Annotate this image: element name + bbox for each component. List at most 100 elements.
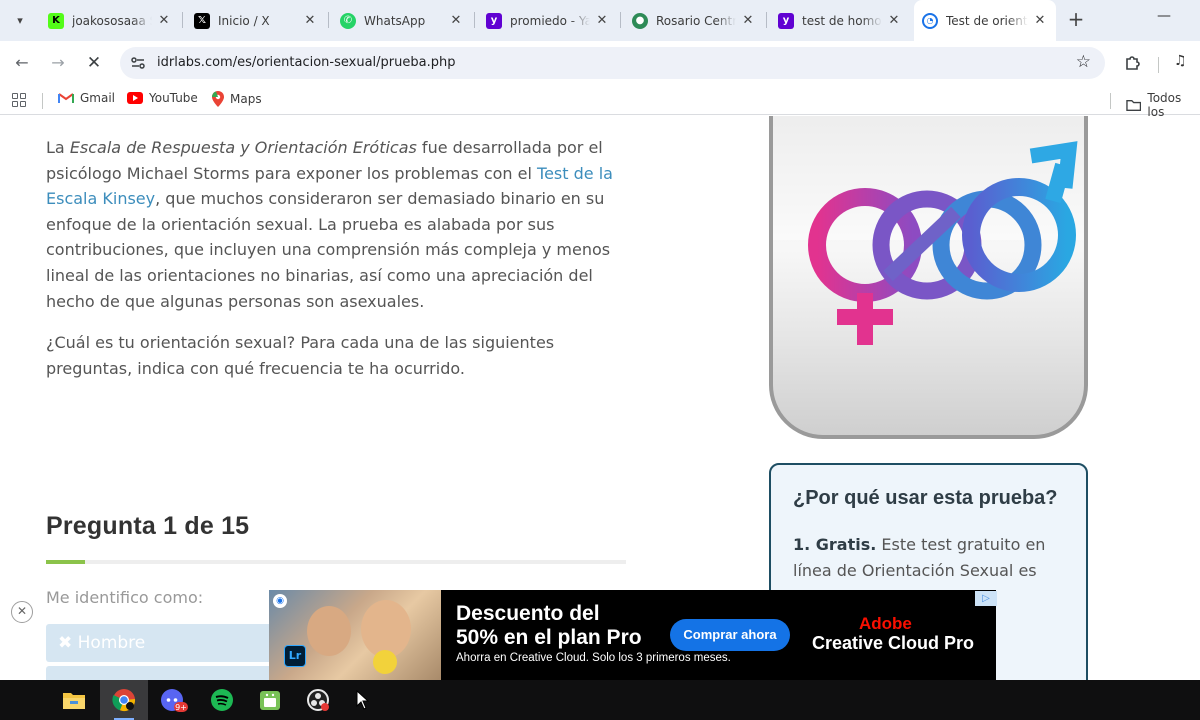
taskbar-android[interactable]	[246, 680, 294, 720]
kick-icon: K	[48, 12, 64, 29]
tab-test-homo[interactable]: y test de homo ✕	[770, 6, 910, 35]
chrome-icon	[112, 689, 136, 712]
close-tab-icon[interactable]: ✕	[1032, 13, 1048, 28]
close-tab-icon[interactable]: ✕	[156, 13, 172, 28]
tab-search-button[interactable]: ▾	[8, 8, 32, 32]
close-tab-icon[interactable]: ✕	[740, 13, 756, 28]
tab-x[interactable]: 𝕏 Inicio / X ✕	[186, 6, 326, 35]
question-progress-fill	[46, 560, 85, 564]
soccer-ball-icon: ●	[632, 12, 648, 29]
obs-icon	[307, 689, 329, 711]
ad-headline-line1: Descuento del	[456, 602, 600, 625]
bookmark-label: YouTube	[149, 91, 198, 105]
tab-kick[interactable]: K joakososaaa S ✕	[40, 6, 180, 35]
ad-headline: Descuento del 50% en el plan Pro	[456, 602, 642, 650]
ad-subtext: Ahorra en Creative Cloud. Solo los 3 pri…	[456, 652, 731, 664]
tab-title: WhatsApp	[364, 13, 426, 28]
why-use-item: 1. Gratis. Este test gratuito en línea d…	[793, 532, 1064, 584]
tab-divider	[474, 12, 475, 28]
question-counter: Pregunta 1 de 15	[46, 512, 250, 540]
taskbar-obs[interactable]	[294, 680, 342, 720]
why-item-number: 1. Gratis.	[793, 535, 877, 554]
apps-grid-icon[interactable]	[12, 93, 26, 107]
android-icon	[260, 691, 280, 710]
ad-headline-line2: 50% en el plan Pro	[456, 626, 642, 649]
toolbar-divider	[1158, 57, 1159, 73]
media-control-icon[interactable]: ♫	[1174, 53, 1187, 69]
close-tab-icon[interactable]: ✕	[594, 13, 610, 28]
ad-photo-person	[307, 606, 351, 656]
question-prompt: Me identifico como:	[46, 588, 204, 607]
loading-icon: ◔	[922, 12, 938, 29]
question-progress-bar	[46, 560, 626, 564]
folder-icon	[1126, 99, 1142, 111]
tab-title: test de homo	[802, 13, 882, 28]
forward-button[interactable]: →	[46, 51, 70, 75]
adobe-ad-banner[interactable]: ◉ Lr Descuento del 50% en el plan Pro Aho…	[269, 590, 996, 680]
adobe-logo-text: Adobe	[859, 614, 912, 633]
ad-cta-button[interactable]: Comprar ahora	[670, 619, 790, 651]
tab-whatsapp[interactable]: ✆ WhatsApp ✕	[332, 6, 472, 35]
lightroom-icon: Lr	[284, 645, 306, 667]
discord-icon: 9+	[161, 689, 188, 712]
bookmarks-divider	[42, 93, 43, 109]
yahoo-icon: y	[486, 12, 502, 29]
ad-choices-icon[interactable]: ◉	[273, 594, 287, 608]
browser-toolbar: ← → ✕ idrlabs.com/es/orientacion-sexual/…	[0, 41, 1200, 85]
close-ad-button[interactable]: ✕	[11, 601, 33, 623]
bookmark-maps[interactable]: Maps	[212, 91, 262, 107]
tab-divider	[766, 12, 767, 28]
tab-title: Inicio / X	[218, 13, 270, 28]
site-settings-icon[interactable]	[130, 55, 146, 71]
tab-promiedo[interactable]: y promiedo - Ya ✕	[478, 6, 618, 35]
new-tab-button[interactable]: +	[1064, 8, 1088, 32]
all-bookmarks-button[interactable]: Todos los	[1126, 91, 1200, 119]
file-explorer-icon	[63, 693, 85, 709]
taskbar: 9+	[0, 680, 1200, 720]
taskbar-discord[interactable]: 9+	[150, 680, 198, 720]
maps-icon	[212, 91, 224, 107]
tab-strip: ▾ K joakososaaa S ✕ 𝕏 Inicio / X ✕ ✆ Wha…	[0, 0, 1200, 41]
ad-photo: ◉ Lr	[269, 590, 441, 680]
taskbar-spotify[interactable]	[198, 680, 246, 720]
mouse-cursor-icon	[356, 690, 370, 710]
extensions-icon[interactable]	[1122, 51, 1144, 73]
gmail-icon	[58, 93, 74, 103]
tab-title: promiedo - Ya	[510, 13, 590, 28]
close-tab-icon[interactable]: ✕	[448, 13, 464, 28]
bookmark-label: Maps	[230, 92, 262, 106]
x-icon: 𝕏	[194, 12, 210, 29]
bookmark-youtube[interactable]: YouTube	[127, 91, 198, 105]
taskbar-chrome[interactable]	[100, 680, 148, 720]
tab-divider	[182, 12, 183, 28]
tab-title: Rosario Centr	[656, 13, 736, 28]
gender-infinity-logo-icon	[808, 141, 1078, 345]
discord-badge: 9+	[175, 703, 187, 712]
bookmarks-divider	[1110, 93, 1111, 109]
all-bookmarks-label: Todos los	[1147, 91, 1182, 119]
ad-product-name: Creative Cloud Pro	[812, 633, 975, 653]
tab-test-orientacion[interactable]: ◔ Test de orient ✕	[914, 0, 1056, 41]
url-text[interactable]: idrlabs.com/es/orientacion-sexual/prueba…	[157, 55, 455, 70]
why-use-title: ¿Por qué usar esta prueba?	[793, 487, 1058, 509]
close-tab-icon[interactable]: ✕	[886, 13, 902, 28]
tab-rosario[interactable]: ● Rosario Centr ✕	[624, 6, 764, 35]
stop-loading-button[interactable]: ✕	[82, 51, 106, 75]
tab-divider	[620, 12, 621, 28]
tab-title: joakososaaa S	[72, 13, 152, 28]
tab-title: Test de orient	[946, 13, 1028, 28]
youtube-icon	[127, 92, 143, 104]
ad-photo-flower	[373, 650, 397, 674]
ad-info-icon[interactable]: ▷	[975, 591, 997, 606]
taskbar-file-explorer[interactable]	[50, 680, 98, 720]
bookmark-star-icon[interactable]: ☆	[1076, 52, 1091, 72]
instructions-paragraph: ¿Cuál es tu orientación sexual? Para cad…	[46, 333, 555, 378]
minimize-button[interactable]: —	[1152, 8, 1176, 32]
bookmark-label: Gmail	[80, 91, 116, 105]
address-bar[interactable]: idrlabs.com/es/orientacion-sexual/prueba…	[120, 47, 1105, 79]
back-button[interactable]: ←	[10, 51, 34, 75]
scale-name: Escala de Respuesta y Orientación Erótic…	[69, 138, 417, 157]
spotify-icon	[211, 689, 233, 711]
bookmark-gmail[interactable]: Gmail	[58, 91, 115, 105]
close-tab-icon[interactable]: ✕	[302, 13, 318, 28]
